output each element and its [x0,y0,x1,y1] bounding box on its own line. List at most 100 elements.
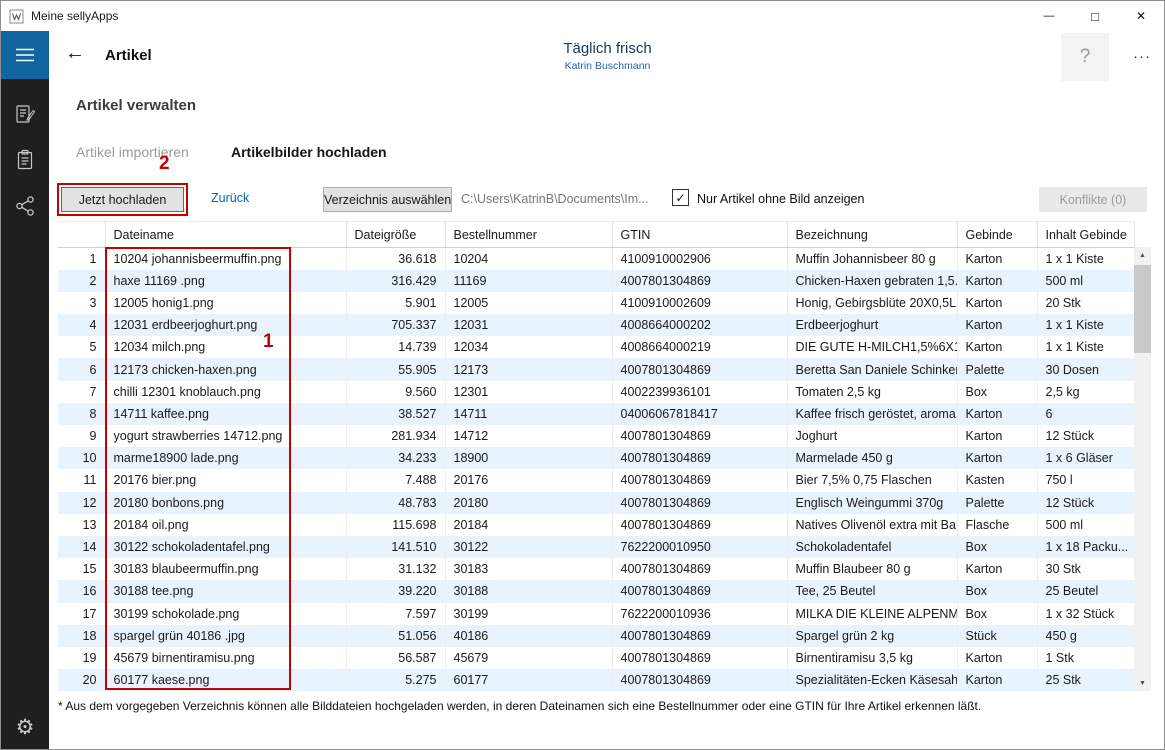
table-row[interactable]: 1430122 schokoladentafel.png141.51030122… [58,536,1134,558]
column-header-dateiname[interactable]: Dateiname [105,222,346,248]
table-row[interactable]: 110204 johannisbeermuffin.png36.61810204… [58,248,1134,270]
cell-gtin: 4007801304869 [612,669,787,691]
filter-no-image-checkbox[interactable]: ✓ [672,189,689,206]
table-row[interactable]: 7chilli 12301 knoblauch.png9.56012301400… [58,381,1134,403]
share-network-icon [14,195,36,217]
table-row[interactable]: 1730199 schokolade.png7.5973019976222000… [58,603,1134,625]
cell-inhalt-gebinde: 12 Stück [1037,425,1134,447]
tab-artikelbilder-hochladen[interactable]: Artikelbilder hochladen [231,144,387,160]
cell-bezeichnung: Bier 7,5% 0,75 Flaschen [787,469,957,491]
table-row[interactable]: 2060177 kaese.png5.275601774007801304869… [58,669,1134,691]
table-row[interactable]: 1945679 birnentiramisu.png56.58745679400… [58,647,1134,669]
hamburger-menu-button[interactable] [1,31,49,79]
cell-bezeichnung: Marmelade 450 g [787,447,957,469]
cell-inhalt-gebinde: 12 Stück [1037,492,1134,514]
cell-bezeichnung: Beretta San Daniele Schinken... [787,358,957,380]
table-row[interactable]: 10marme18900 lade.png34.2331890040078013… [58,447,1134,469]
cell-gtin: 4007801304869 [612,425,787,447]
table-row[interactable]: 2haxe 11169 .png316.42911169400780130486… [58,270,1134,292]
cell-row-number: 6 [58,358,105,380]
help-button[interactable]: ? [1061,33,1109,81]
cell-row-number: 14 [58,536,105,558]
cell-bezeichnung: DIE GUTE H-MILCH1,5%6X1L... [787,336,957,358]
scrollbar-thumb[interactable] [1134,265,1151,353]
cell-dateiname: 12005 honig1.png [105,292,346,314]
scroll-down-arrow-icon[interactable]: ▼ [1134,675,1151,691]
cell-inhalt-gebinde: 30 Dosen [1037,358,1134,380]
sidebar-item-orders[interactable] [1,91,49,137]
cell-gtin: 4008664000219 [612,336,787,358]
cell-bezeichnung: Schokoladentafel [787,536,957,558]
cell-gtin: 04006067818417 [612,403,787,425]
cell-gtin: 4007801304869 [612,447,787,469]
table-row[interactable]: 312005 honig1.png5.901120054100910002609… [58,292,1134,314]
cell-gebinde: Flasche [957,514,1037,536]
cell-gebinde: Stück [957,625,1037,647]
close-icon: ✕ [1136,9,1146,23]
table-row[interactable]: 1630188 tee.png39.220301884007801304869T… [58,580,1134,602]
table-row[interactable]: 1320184 oil.png115.698201844007801304869… [58,514,1134,536]
cell-row-number: 1 [58,248,105,270]
cell-gtin: 7622200010950 [612,536,787,558]
table-row[interactable]: 814711 kaffee.png38.52714711040060678184… [58,403,1134,425]
vertical-scrollbar[interactable]: ▲ ▼ [1134,247,1151,691]
cell-bezeichnung: Joghurt [787,425,957,447]
column-header-bestellnummer[interactable]: Bestellnummer [445,222,612,248]
column-header-inhalt-gebinde[interactable]: Inhalt Gebinde [1037,222,1134,248]
minimize-button[interactable]: — [1026,1,1072,31]
cell-bestellnummer: 10204 [445,248,612,270]
section-title: Artikel verwalten [76,97,196,114]
table-row[interactable]: 18spargel grün 40186 .jpg51.056401864007… [58,625,1134,647]
upload-now-button[interactable]: Jetzt hochladen [61,187,184,212]
cell-gebinde: Palette [957,492,1037,514]
table-row[interactable]: 1120176 bier.png7.488201764007801304869B… [58,469,1134,491]
more-options-button[interactable]: ··· [1124,44,1160,68]
cell-bezeichnung: Spargel grün 2 kg [787,625,957,647]
sidebar-item-articles[interactable] [1,137,49,183]
cell-dateigroesse: 115.698 [346,514,445,536]
table-row[interactable]: 1530183 blaubeermuffin.png31.13230183400… [58,558,1134,580]
cell-gebinde: Kasten [957,469,1037,491]
cell-bezeichnung: Chicken-Haxen gebraten 1,5... [787,270,957,292]
cell-dateigroesse: 38.527 [346,403,445,425]
maximize-button[interactable]: □ [1072,1,1118,31]
close-button[interactable]: ✕ [1118,1,1164,31]
sidebar-item-connections[interactable] [1,183,49,229]
title-bar: Meine sellyApps — □ ✕ [1,1,1164,31]
cell-bestellnummer: 12173 [445,358,612,380]
column-header-gebinde[interactable]: Gebinde [957,222,1037,248]
cell-inhalt-gebinde: 1 x 32 Stück [1037,603,1134,625]
cell-dateigroesse: 7.488 [346,469,445,491]
column-header-gtin[interactable]: GTIN [612,222,787,248]
cell-dateigroesse: 48.783 [346,492,445,514]
back-link[interactable]: Zurück [211,191,249,205]
cell-row-number: 13 [58,514,105,536]
cell-bestellnummer: 12005 [445,292,612,314]
store-name: Täglich frisch [49,40,1165,57]
column-header-dateigroesse[interactable]: Dateigröße [346,222,445,248]
table-row[interactable]: 412031 erdbeerjoghurt.png705.33712031400… [58,314,1134,336]
scroll-up-arrow-icon[interactable]: ▲ [1134,247,1151,263]
cell-bezeichnung: Tee, 25 Beutel [787,580,957,602]
choose-directory-button[interactable]: Verzeichnis auswählen [323,187,452,212]
conflicts-button[interactable]: Konflikte (0) [1039,187,1147,212]
cell-bezeichnung: Honig, Gebirgsblüte 20X0,5L [787,292,957,314]
settings-gear-icon[interactable]: ⚙ [1,707,49,747]
maximize-icon: □ [1091,9,1099,24]
cell-dateiname: 30122 schokoladentafel.png [105,536,346,558]
cell-bestellnummer: 20184 [445,514,612,536]
cell-inhalt-gebinde: 25 Beutel [1037,580,1134,602]
column-header-bezeichnung[interactable]: Bezeichnung [787,222,957,248]
cell-row-number: 8 [58,403,105,425]
cell-row-number: 20 [58,669,105,691]
table-row[interactable]: 9yogurt strawberries 14712.png281.934147… [58,425,1134,447]
table-row[interactable]: 512034 milch.png14.739120344008664000219… [58,336,1134,358]
cell-inhalt-gebinde: 750 l [1037,469,1134,491]
cell-dateiname: 30188 tee.png [105,580,346,602]
table-row[interactable]: 612173 chicken-haxen.png55.9051217340078… [58,358,1134,380]
cell-dateiname: spargel grün 40186 .jpg [105,625,346,647]
cell-gebinde: Box [957,580,1037,602]
tab-artikel-importieren[interactable]: Artikel importieren [76,144,189,160]
cell-row-number: 7 [58,381,105,403]
table-row[interactable]: 1220180 bonbons.png48.783201804007801304… [58,492,1134,514]
